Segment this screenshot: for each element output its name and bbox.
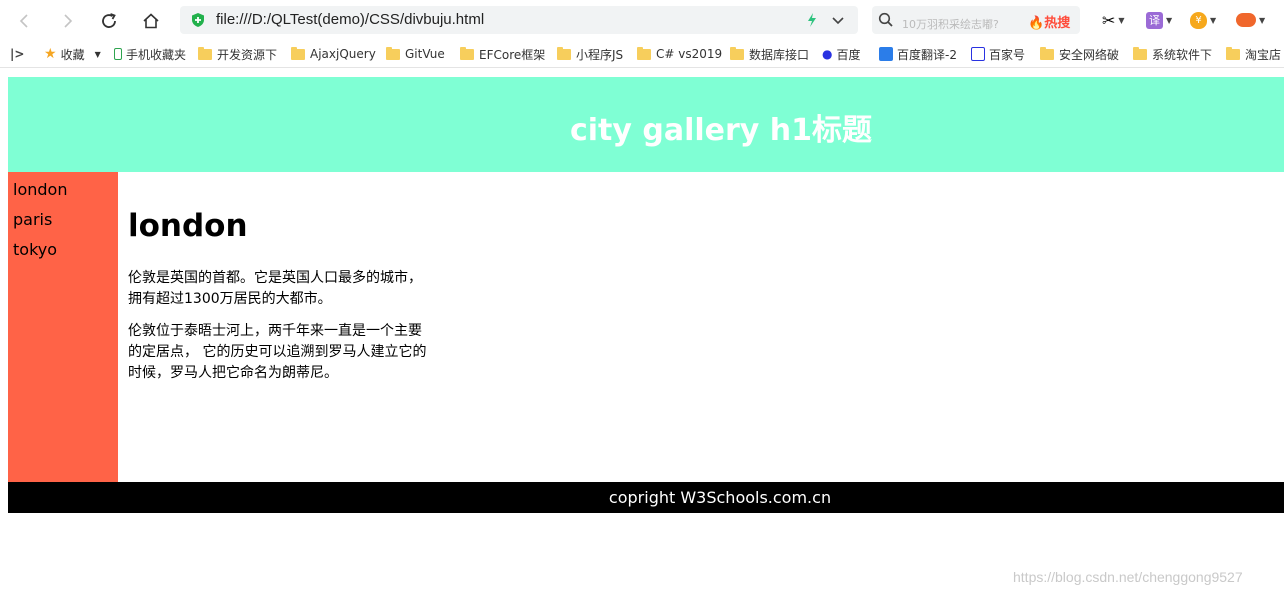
bookmark-label: 数据库接口: [749, 47, 810, 62]
yen-shield-icon: ¥: [1190, 11, 1207, 29]
back-arrow-icon: [19, 14, 28, 28]
bookmark-label: EFCore框架: [479, 47, 546, 62]
bookmark-mobile[interactable]: 手机收藏夹: [114, 46, 186, 62]
home-button[interactable]: [138, 8, 164, 34]
star-icon: ★: [44, 46, 57, 62]
translate-button[interactable]: 译 ▼: [1146, 10, 1172, 30]
caret-down-icon: ▼: [94, 49, 101, 59]
bookmark-folder[interactable]: 淘宝店: [1226, 46, 1281, 62]
bookmark-folder[interactable]: C# vs2019: [637, 46, 722, 62]
forward-arrow-icon: [64, 14, 73, 28]
folder-icon: [730, 46, 744, 60]
gamepad-icon: [1236, 13, 1256, 27]
bookmark-folder[interactable]: 安全网络破: [1040, 46, 1119, 62]
folder-icon: [557, 46, 571, 60]
bookmark-folder[interactable]: EFCore框架: [460, 46, 545, 62]
content-section: london 伦敦是英国的首都。它是英国人口最多的城市， 拥有超过1300万居民…: [128, 172, 478, 384]
bookmark-baidu-translate[interactable]: 百度翻译-2: [879, 46, 957, 62]
bookmark-label: C# vs2019: [656, 47, 723, 61]
bookmark-label: 百度: [836, 47, 861, 62]
wallet-button[interactable]: ¥ ▼: [1190, 10, 1216, 30]
bookmark-label: 开发资源下: [217, 47, 278, 62]
baidu-paw-icon: ●: [822, 47, 833, 61]
chevron-down-icon[interactable]: [830, 12, 846, 28]
bookmark-folder[interactable]: 数据库接口: [730, 46, 809, 62]
bookmark-label: GitVue: [405, 47, 445, 61]
reload-icon: [102, 13, 116, 28]
paragraph-line: 拥有超过1300万居民的大都市。: [128, 291, 332, 307]
city-nav: london paris tokyo: [8, 172, 118, 482]
bookmark-label: 小程序JS: [576, 47, 624, 62]
bookmark-folder[interactable]: 小程序JS: [557, 46, 623, 62]
sidebar-toggle[interactable]: |>: [10, 46, 24, 62]
bookmark-label: 百家号: [989, 47, 1026, 62]
paragraph-line: 时候，罗马人把它命名为朗蒂尼。: [128, 365, 338, 381]
bookmark-favorites[interactable]: ★ 收藏 ▼: [44, 46, 101, 62]
search-box[interactable]: 10万羽积采绘志嘟? 🔥热搜: [872, 6, 1080, 34]
translate-icon: [879, 47, 893, 61]
paragraph-line: 伦敦位于泰晤士河上，两千年来一直是一个主要: [128, 323, 422, 339]
hot-text: 热搜: [1044, 16, 1071, 31]
bookmark-label: 安全网络破: [1059, 47, 1120, 62]
folder-icon: [1040, 46, 1054, 60]
bookmark-folder[interactable]: GitVue: [386, 46, 445, 62]
folder-icon: [386, 46, 400, 60]
bookmark-baidu[interactable]: ● 百度: [822, 46, 861, 62]
paragraph-1: 伦敦是英国的首都。它是英国人口最多的城市， 拥有超过1300万居民的大都市。: [128, 268, 478, 310]
security-shield-icon: [192, 13, 204, 27]
forward-button[interactable]: [54, 8, 80, 34]
footer-text: copright W3Schools.com.cn: [608, 488, 832, 507]
scissors-icon: ✂: [1102, 10, 1116, 30]
bookmark-folder[interactable]: 系统软件下: [1133, 46, 1212, 62]
bookmark-baijiahao[interactable]: 百家号: [971, 46, 1025, 62]
paragraph-line: 的定居点， 它的历史可以追溯到罗马人建立它的: [128, 344, 427, 360]
sidebar-toggle-icon: |>: [10, 47, 25, 61]
bookmark-folder[interactable]: 开发资源下: [198, 46, 277, 62]
search-icon: [878, 12, 893, 27]
nav-item-paris[interactable]: paris: [8, 210, 118, 240]
page-title: city gallery h1标题: [569, 113, 873, 148]
folder-icon: [460, 46, 474, 60]
address-bar[interactable]: file:///D:/QLTest(demo)/CSS/divbuju.html: [180, 6, 858, 34]
bookmark-label: 手机收藏夹: [126, 47, 187, 62]
browser-toolbar: file:///D:/QLTest(demo)/CSS/divbuju.html…: [0, 0, 1284, 40]
folder-icon: [291, 46, 305, 60]
hot-search-label[interactable]: 🔥热搜: [1028, 12, 1070, 31]
home-icon: [143, 13, 159, 29]
paragraph-2: 伦敦位于泰晤士河上，两千年来一直是一个主要 的定居点， 它的历史可以追溯到罗马人…: [128, 321, 478, 384]
caret-down-icon: ▼: [1210, 15, 1217, 25]
folder-icon: [1133, 46, 1147, 60]
search-placeholder: 10万羽积采绘志嘟?: [902, 18, 999, 31]
lightning-icon[interactable]: [806, 12, 818, 28]
paragraph-line: 伦敦是英国的首都。它是英国人口最多的城市，: [128, 270, 422, 286]
caret-down-icon: ▼: [1118, 15, 1125, 25]
phone-icon: [114, 48, 122, 60]
paw-icon: [971, 47, 985, 61]
game-button[interactable]: ▼: [1236, 10, 1265, 30]
bookmark-folder[interactable]: AjaxjQuery: [291, 46, 376, 62]
bookmark-label: 收藏: [60, 47, 85, 62]
folder-icon: [1226, 46, 1240, 60]
folder-icon: [637, 46, 651, 60]
flame-icon: 🔥: [1028, 16, 1045, 31]
page-footer: copright W3Schools.com.cn: [8, 482, 1284, 513]
back-button[interactable]: [12, 8, 38, 34]
watermark: https://blog.csdn.net/chenggong9527: [1013, 569, 1243, 585]
bookmark-label: 淘宝店: [1245, 47, 1282, 62]
page-header: city gallery h1标题: [8, 77, 1284, 172]
address-text: file:///D:/QLTest(demo)/CSS/divbuju.html: [216, 11, 485, 28]
scissors-button[interactable]: ✂ ▼: [1102, 10, 1125, 30]
translate-icon: 译: [1146, 11, 1163, 29]
section-title: london: [128, 208, 248, 244]
bookmarks-bar: |> ★ 收藏 ▼ 手机收藏夹 开发资源下 AjaxjQuery GitVue …: [0, 40, 1284, 68]
reload-button[interactable]: [96, 8, 122, 34]
caret-down-icon: ▼: [1259, 15, 1266, 25]
folder-icon: [198, 46, 212, 60]
nav-item-london[interactable]: london: [8, 180, 118, 210]
bookmark-label: 百度翻译-2: [897, 47, 957, 62]
nav-item-tokyo[interactable]: tokyo: [8, 240, 118, 270]
bookmark-label: 系统软件下: [1152, 47, 1213, 62]
caret-down-icon: ▼: [1166, 15, 1173, 25]
bookmark-label: AjaxjQuery: [310, 47, 376, 61]
